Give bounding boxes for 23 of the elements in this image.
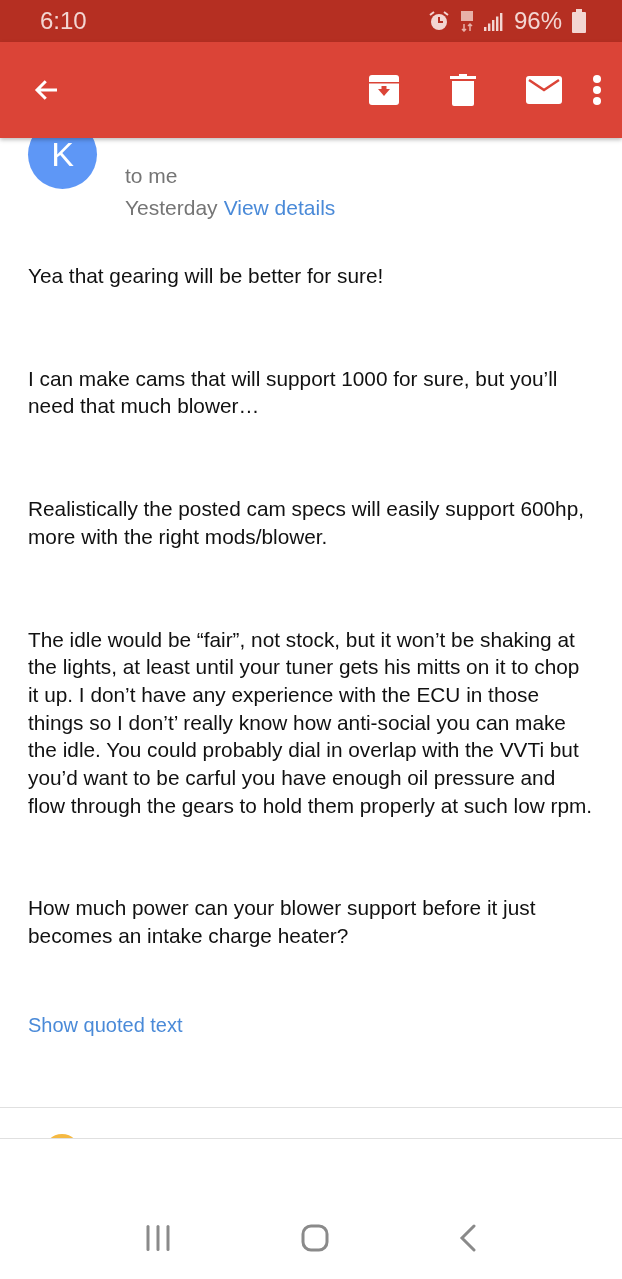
- status-time: 6:10: [40, 7, 88, 35]
- recent-apps-button[interactable]: [145, 1225, 171, 1251]
- data-icon: [459, 10, 474, 32]
- message-paragraph: I can make cams that will support 1000 for sure, but you’ll need that much blower…: [28, 365, 559, 420]
- show-quoted-text-link[interactable]: Show quoted text: [28, 1013, 183, 1037]
- delete-button[interactable]: [450, 74, 476, 106]
- archive-button[interactable]: [368, 74, 400, 106]
- battery-icon: [572, 9, 586, 33]
- sender-avatar: K: [28, 138, 97, 189]
- message-paragraph: Realistically the posted cam specs will easily support 600hp, more with the right mods/blower.: [28, 496, 585, 550]
- message-paragraph: Yea that gearing will be better for sure!: [28, 263, 385, 289]
- home-button[interactable]: [301, 1224, 329, 1252]
- mail-button[interactable]: [526, 76, 562, 104]
- message-paragraph: The idle would be “fair”, not stock, but it won’t be shaking at the lights, at least until your tuner gets his mitts on it to chop it up. I don’t have any experience with the ECU in those things so I don’t’ really know how anti-social you can make the idle. You could probably dial in overlap with the VVTi but you’d want to be carful you have enough oil pressure and flow through the gears to hold them properly at such low rpm.: [28, 626, 594, 819]
- recipient-text: to me: [125, 164, 179, 188]
- message-paragraph: How much power can your blower support before it just becomes an intake charge heater?: [28, 895, 537, 950]
- date-text: Yesterday: [125, 196, 218, 220]
- more-options-button[interactable]: [592, 74, 602, 106]
- view-details-link[interactable]: View details: [223, 196, 336, 220]
- signal-icon: [483, 11, 504, 31]
- alarm-icon: [427, 10, 450, 32]
- battery-percent: 96%: [513, 7, 562, 35]
- back-nav-button[interactable]: [459, 1224, 477, 1252]
